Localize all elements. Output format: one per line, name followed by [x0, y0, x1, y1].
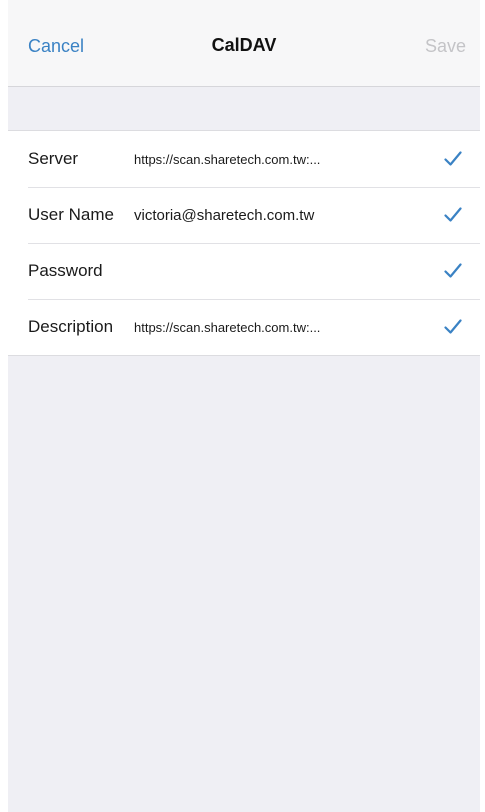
checkmark-icon	[438, 260, 468, 282]
checkmark-icon	[438, 148, 468, 170]
account-form: Server https://scan.sharetech.com.tw:...…	[8, 130, 480, 356]
password-row[interactable]: Password	[8, 243, 480, 299]
user-name-row[interactable]: User Name victoria@sharetech.com.tw	[8, 187, 480, 243]
page-title: CalDAV	[211, 35, 277, 55]
checkmark-icon	[438, 204, 468, 226]
user-name-label: User Name	[28, 205, 114, 224]
server-row[interactable]: Server https://scan.sharetech.com.tw:...	[8, 131, 480, 187]
checkmark-icon	[438, 316, 468, 338]
password-label: Password	[28, 261, 103, 280]
server-field[interactable]: https://scan.sharetech.com.tw:...	[134, 152, 438, 167]
navigation-bar: Cancel CalDAV Save	[8, 0, 480, 87]
user-name-field[interactable]: victoria@sharetech.com.tw	[134, 207, 438, 224]
description-field[interactable]: https://scan.sharetech.com.tw:...	[134, 320, 438, 335]
server-label: Server	[28, 149, 79, 168]
caldav-settings-screen: Cancel CalDAV Save Server https://scan.s…	[8, 0, 480, 812]
description-label: Description	[28, 317, 114, 336]
description-row[interactable]: Description https://scan.sharetech.com.t…	[8, 299, 480, 355]
save-button[interactable]: Save	[425, 36, 466, 57]
